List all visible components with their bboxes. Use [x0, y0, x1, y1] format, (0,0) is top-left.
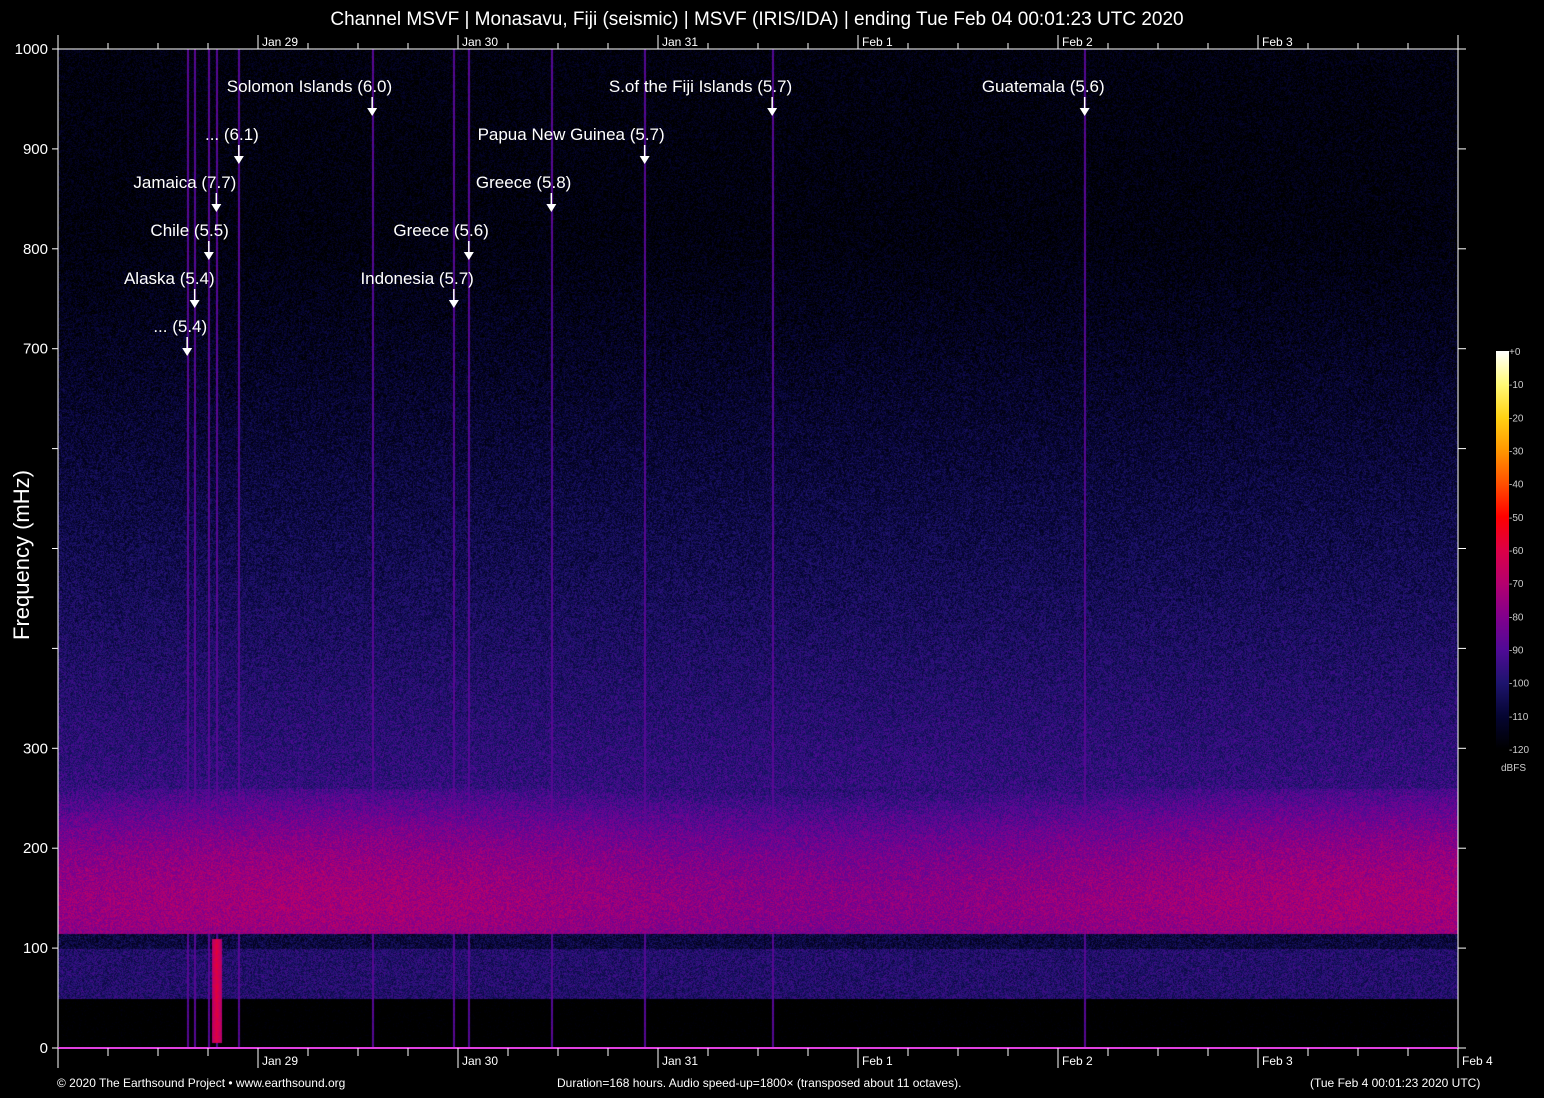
- x-day-label-top: Feb 3: [1262, 35, 1293, 49]
- event-annotation: Greece (5.6): [393, 221, 488, 241]
- event-annotation: S.of the Fiji Islands (5.7): [609, 77, 792, 97]
- event-arrow-icon: [367, 108, 377, 116]
- event-arrow-icon: [640, 156, 650, 164]
- x-day-label: Jan 29: [262, 1054, 298, 1068]
- colorbar-tick-label: +0: [1509, 347, 1521, 358]
- copyright-text: © 2020 The Earthsound Project • www.eart…: [57, 1076, 345, 1090]
- colorbar-tick-label: -70: [1509, 579, 1524, 590]
- event-arrow-icon: [234, 156, 244, 164]
- y-tick-label: 700: [23, 341, 48, 358]
- colorbar: [1496, 351, 1509, 749]
- event-annotation: Indonesia (5.7): [360, 269, 473, 289]
- y-tick-label: 300: [23, 740, 48, 757]
- colorbar-tick-label: -80: [1509, 612, 1524, 623]
- colorbar-tick-label: -110: [1509, 712, 1529, 723]
- event-arrow-icon: [449, 300, 459, 308]
- x-day-label-top: Feb 2: [1062, 35, 1093, 49]
- event-annotation: ... (5.4): [153, 317, 207, 337]
- event-arrow-icon: [464, 252, 474, 260]
- colorbar-label: dBFS: [1501, 763, 1526, 774]
- x-day-label: Feb 4: [1462, 1054, 1493, 1068]
- y-tick-label: 0: [40, 1040, 48, 1057]
- colorbar-tick-label: -20: [1509, 413, 1524, 424]
- x-day-label: Feb 2: [1062, 1054, 1093, 1068]
- colorbar-tick-label: -60: [1509, 546, 1524, 557]
- event-arrow-icon: [182, 348, 192, 356]
- x-day-label: Feb 3: [1262, 1054, 1293, 1068]
- event-arrow-icon: [190, 300, 200, 308]
- colorbar-tick-label: -30: [1509, 447, 1524, 458]
- colorbar-tick-label: -50: [1509, 513, 1524, 524]
- y-tick-label: 200: [23, 840, 48, 857]
- event-annotation: Greece (5.8): [476, 173, 571, 193]
- colorbar-tick-label: -40: [1509, 480, 1524, 491]
- event-annotation: Jamaica (7.7): [133, 173, 236, 193]
- x-day-label: Feb 1: [862, 1054, 893, 1068]
- x-day-label-top: Jan 31: [662, 35, 698, 49]
- event-annotation: ... (6.1): [205, 125, 259, 145]
- y-tick-label: 800: [23, 241, 48, 258]
- y-tick-label: 900: [23, 141, 48, 158]
- y-axis-label: Frequency (mHz): [9, 470, 35, 640]
- event-annotation: Alaska (5.4): [124, 269, 215, 289]
- event-arrow-icon: [546, 204, 556, 212]
- event-annotation: Guatemala (5.6): [982, 77, 1105, 97]
- duration-text: Duration=168 hours. Audio speed-up=1800×…: [557, 1076, 961, 1090]
- event-annotation: Chile (5.5): [150, 221, 228, 241]
- event-annotation: Solomon Islands (6.0): [227, 77, 392, 97]
- event-arrow-icon: [767, 108, 777, 116]
- event-arrow-icon: [1080, 108, 1090, 116]
- x-day-label-top: Jan 30: [462, 35, 498, 49]
- x-day-label-top: Jan 29: [262, 35, 298, 49]
- x-day-label: Jan 31: [662, 1054, 698, 1068]
- y-tick-label: 100: [23, 940, 48, 957]
- end-time-text: (Tue Feb 4 00:01:23 2020 UTC): [1310, 1076, 1480, 1090]
- y-tick-label: 1000: [15, 41, 48, 58]
- event-arrow-icon: [204, 252, 214, 260]
- colorbar-tick-label: -120: [1509, 745, 1529, 756]
- x-day-label: Jan 30: [462, 1054, 498, 1068]
- plot-frame: [58, 49, 1458, 1048]
- x-day-label-top: Feb 1: [862, 35, 893, 49]
- chart-axes: 0 100 200 300 700 800 900 1000 Jan 29 Jan 29 Jan 3…: [0, 0, 1544, 1098]
- colorbar-tick-label: -90: [1509, 646, 1524, 657]
- event-annotation: Papua New Guinea (5.7): [478, 125, 665, 145]
- colorbar-tick-label: -10: [1509, 380, 1524, 391]
- event-arrow-icon: [211, 204, 221, 212]
- colorbar-tick-label: -100: [1509, 679, 1529, 690]
